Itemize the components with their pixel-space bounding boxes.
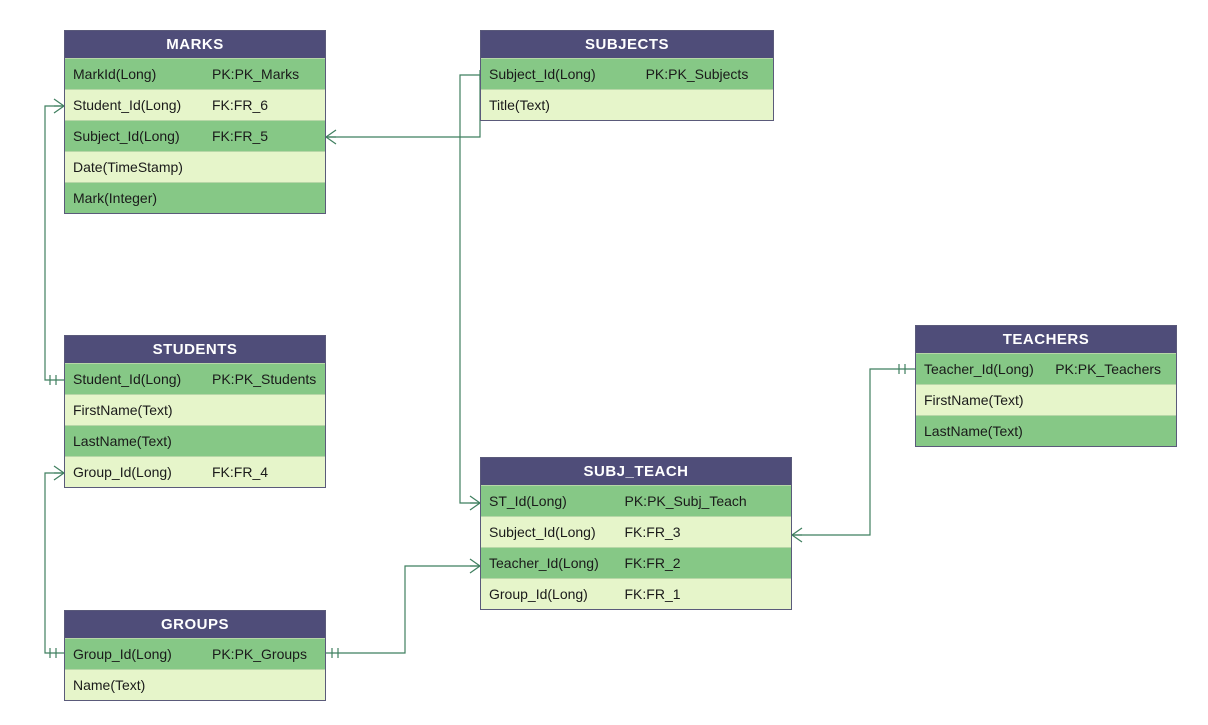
field-key: FK:FR_5 bbox=[208, 121, 325, 151]
table-row: Mark(Integer) bbox=[65, 182, 325, 213]
field-key bbox=[1059, 385, 1176, 415]
entity-subj-teach-header: SUBJ_TEACH bbox=[481, 458, 791, 485]
field-key: FK:FR_1 bbox=[621, 579, 792, 609]
field-key bbox=[208, 152, 325, 182]
table-row: FirstName(Text) bbox=[916, 384, 1176, 415]
entity-teachers-header: TEACHERS bbox=[916, 326, 1176, 353]
field-name: LastName(Text) bbox=[916, 416, 1059, 446]
field-name: FirstName(Text) bbox=[916, 385, 1059, 415]
field-key bbox=[208, 670, 325, 700]
field-name: LastName(Text) bbox=[65, 426, 208, 456]
table-row: Title(Text) bbox=[481, 89, 773, 120]
table-row: Student_Id(Long) FK:FR_6 bbox=[65, 89, 325, 120]
field-name: Title(Text) bbox=[481, 90, 642, 120]
table-row: Subject_Id(Long) FK:FR_5 bbox=[65, 120, 325, 151]
field-name: Teacher_Id(Long) bbox=[481, 548, 621, 578]
field-key: PK:PK_Subjects bbox=[642, 59, 773, 89]
table-row: Date(TimeStamp) bbox=[65, 151, 325, 182]
table-row: Group_Id(Long) FK:FR_1 bbox=[481, 578, 791, 609]
field-name: Group_Id(Long) bbox=[65, 457, 208, 487]
field-name: Mark(Integer) bbox=[65, 183, 208, 213]
field-key: FK:FR_6 bbox=[208, 90, 325, 120]
field-key bbox=[208, 395, 325, 425]
field-key bbox=[208, 426, 325, 456]
table-row: LastName(Text) bbox=[916, 415, 1176, 446]
entity-subj-teach: SUBJ_TEACH ST_Id(Long) PK:PK_Subj_Teach … bbox=[480, 457, 792, 610]
field-name: Teacher_Id(Long) bbox=[916, 354, 1051, 384]
field-key: FK:FR_2 bbox=[621, 548, 792, 578]
field-name: Date(TimeStamp) bbox=[65, 152, 208, 182]
field-key: FK:FR_4 bbox=[208, 457, 325, 487]
entity-marks: MARKS MarkId(Long) PK:PK_Marks Student_I… bbox=[64, 30, 326, 214]
field-key: PK:PK_Students bbox=[208, 364, 325, 394]
field-name: Name(Text) bbox=[65, 670, 208, 700]
field-key: PK:PK_Groups bbox=[208, 639, 325, 669]
table-row: Teacher_Id(Long) FK:FR_2 bbox=[481, 547, 791, 578]
field-name: ST_Id(Long) bbox=[481, 486, 621, 516]
table-row: LastName(Text) bbox=[65, 425, 325, 456]
field-key: FK:FR_3 bbox=[621, 517, 792, 547]
field-key: PK:PK_Teachers bbox=[1051, 354, 1176, 384]
field-name: Student_Id(Long) bbox=[65, 364, 208, 394]
entity-teachers: TEACHERS Teacher_Id(Long) PK:PK_Teachers… bbox=[915, 325, 1177, 447]
field-key: PK:PK_Subj_Teach bbox=[621, 486, 792, 516]
field-name: Group_Id(Long) bbox=[65, 639, 208, 669]
entity-students: STUDENTS Student_Id(Long) PK:PK_Students… bbox=[64, 335, 326, 488]
field-key bbox=[642, 90, 773, 120]
entity-groups: GROUPS Group_Id(Long) PK:PK_Groups Name(… bbox=[64, 610, 326, 701]
table-row: Teacher_Id(Long) PK:PK_Teachers bbox=[916, 353, 1176, 384]
table-row: Group_Id(Long) FK:FR_4 bbox=[65, 456, 325, 487]
entity-groups-header: GROUPS bbox=[65, 611, 325, 638]
table-row: Student_Id(Long) PK:PK_Students bbox=[65, 363, 325, 394]
field-name: Student_Id(Long) bbox=[65, 90, 208, 120]
field-name: Group_Id(Long) bbox=[481, 579, 621, 609]
entity-marks-header: MARKS bbox=[65, 31, 325, 58]
field-key: PK:PK_Marks bbox=[208, 59, 325, 89]
table-row: Subject_Id(Long) PK:PK_Subjects bbox=[481, 58, 773, 89]
entity-subjects: SUBJECTS Subject_Id(Long) PK:PK_Subjects… bbox=[480, 30, 774, 121]
table-row: ST_Id(Long) PK:PK_Subj_Teach bbox=[481, 485, 791, 516]
field-key bbox=[1059, 416, 1176, 446]
table-row: FirstName(Text) bbox=[65, 394, 325, 425]
field-name: MarkId(Long) bbox=[65, 59, 208, 89]
table-row: Name(Text) bbox=[65, 669, 325, 700]
field-name: Subject_Id(Long) bbox=[481, 59, 642, 89]
table-row: Group_Id(Long) PK:PK_Groups bbox=[65, 638, 325, 669]
field-name: Subject_Id(Long) bbox=[65, 121, 208, 151]
entity-students-header: STUDENTS bbox=[65, 336, 325, 363]
entity-subjects-header: SUBJECTS bbox=[481, 31, 773, 58]
table-row: Subject_Id(Long) FK:FR_3 bbox=[481, 516, 791, 547]
table-row: MarkId(Long) PK:PK_Marks bbox=[65, 58, 325, 89]
field-name: FirstName(Text) bbox=[65, 395, 208, 425]
field-name: Subject_Id(Long) bbox=[481, 517, 621, 547]
field-key bbox=[208, 183, 325, 213]
